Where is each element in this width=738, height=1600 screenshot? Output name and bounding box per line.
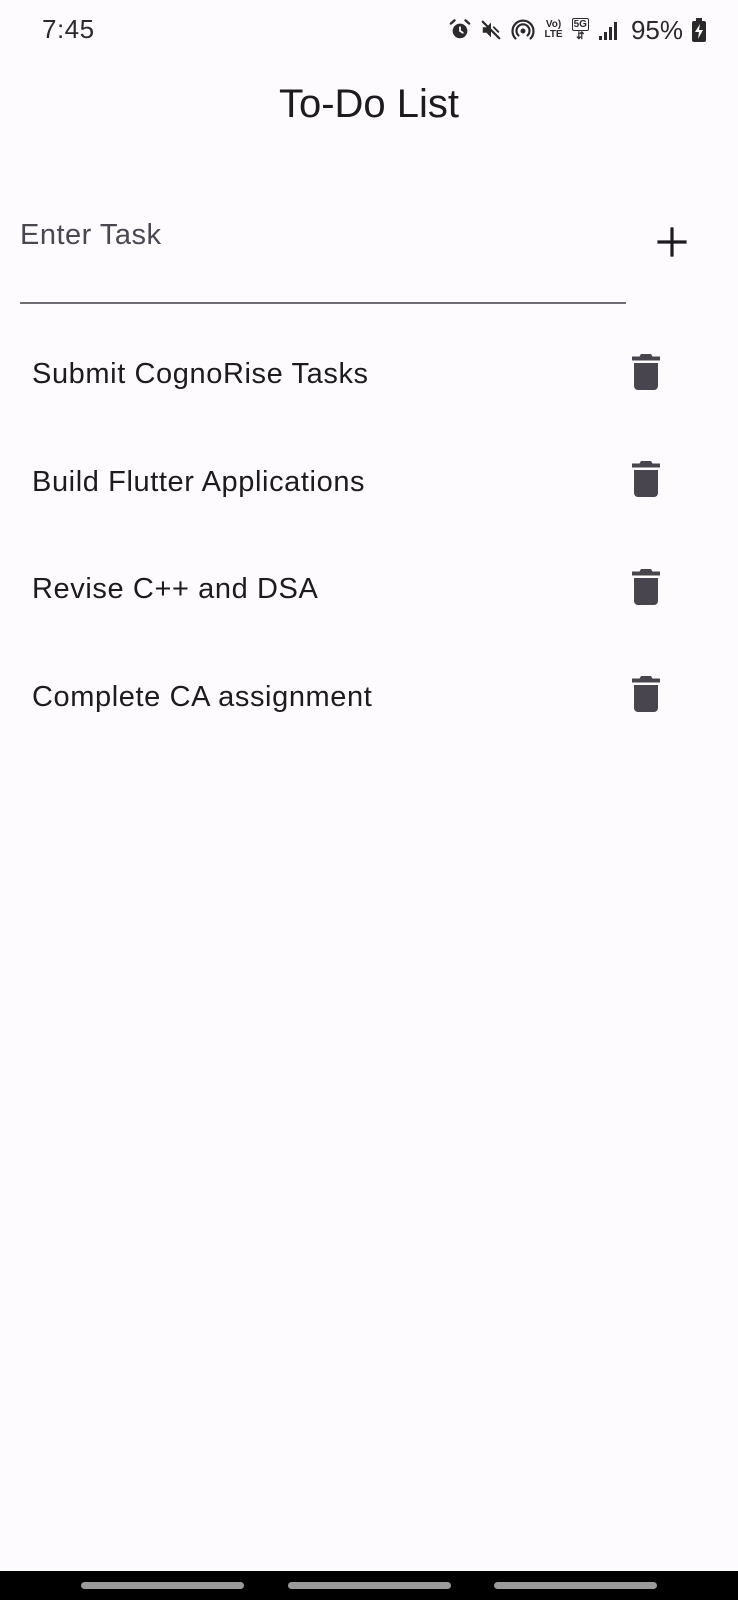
add-task-button[interactable] — [644, 216, 700, 272]
trash-icon — [632, 568, 660, 610]
delete-task-button[interactable] — [620, 456, 672, 508]
task-item: Revise C++ and DSA — [0, 539, 738, 647]
page-title: To-Do List — [278, 82, 460, 126]
volte-icon: Vo) LTE — [544, 20, 562, 40]
navigation-bar — [0, 1571, 738, 1600]
status-time: 7:45 — [42, 14, 95, 44]
battery-charging-icon — [692, 18, 706, 42]
trash-icon — [632, 353, 660, 395]
task-label: Build Flutter Applications — [32, 465, 366, 498]
task-label: Submit CognoRise Tasks — [32, 358, 369, 390]
delete-task-button[interactable] — [620, 348, 672, 400]
alarm-icon — [449, 19, 471, 41]
task-item: Complete CA assignment — [0, 647, 738, 755]
network-type-label: 5G — [571, 18, 589, 31]
task-input[interactable] — [20, 210, 626, 304]
status-icons: Vo) LTE 5G ⇵ 95% — [449, 14, 706, 46]
data-arrows-icon: ⇵ — [576, 31, 585, 42]
trash-icon — [632, 676, 660, 717]
5g-icon: 5G ⇵ — [571, 18, 589, 42]
task-item: Build Flutter Applications — [0, 432, 738, 540]
nav-back-handle[interactable] — [494, 1582, 657, 1589]
hotspot-icon — [511, 18, 536, 42]
nav-home-handle[interactable] — [288, 1582, 451, 1589]
task-label: Complete CA assignment — [32, 680, 373, 713]
delete-task-button[interactable] — [620, 563, 672, 615]
task-item: Submit CognoRise Tasks — [0, 324, 738, 432]
trash-icon — [632, 461, 660, 502]
plus-icon — [656, 226, 688, 263]
status-bar: 7:45 Vo) LTE 5G ⇵ 95% — [0, 0, 738, 62]
delete-task-button[interactable] — [620, 671, 672, 723]
mute-icon — [480, 19, 502, 41]
signal-icon — [598, 19, 620, 41]
task-list: Submit CognoRise Tasks Build Flutter App… — [0, 324, 738, 754]
nav-recents-handle[interactable] — [81, 1582, 244, 1589]
task-label: Revise C++ and DSA — [32, 573, 319, 605]
volte-bottom-label: LTE — [544, 29, 563, 40]
battery-percentage: 95% — [630, 14, 683, 45]
